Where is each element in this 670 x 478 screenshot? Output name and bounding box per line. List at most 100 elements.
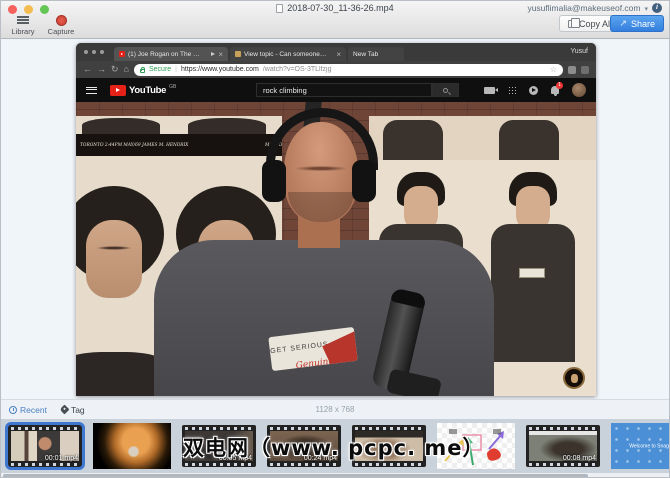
footer-bar: Recent Tag 1128 x 768: [1, 399, 669, 419]
youtube-header: YouTube GB rock climbing 1: [76, 78, 596, 102]
account-email: yusuflimalia@makeuseof.com: [527, 3, 641, 13]
share-label: Share: [630, 18, 655, 29]
recent-button[interactable]: Recent: [9, 405, 47, 415]
browser-profile-name: Yusuf: [570, 48, 588, 55]
url-host: https://www.youtube.com: [181, 66, 259, 73]
window-title-text: 2018-07-30_11-36-26.mp4: [287, 3, 394, 13]
recent-label: Recent: [20, 404, 47, 415]
minimize-window-button[interactable]: [24, 5, 33, 14]
chevron-down-icon: [644, 3, 648, 13]
thumbnail-duration: 00:24 mp4: [303, 455, 337, 462]
tab-audio-icon: [211, 52, 216, 56]
thumbnail-image: [355, 431, 423, 461]
tag-label: Tag: [70, 404, 85, 415]
thumbnail-video-selected[interactable]: 00:01 mp4: [8, 425, 82, 467]
library-icon: [17, 16, 29, 24]
tab-label: View topic - Can someone ex: [244, 50, 328, 58]
menu-icon: [86, 86, 97, 94]
browser-tab-youtube: (1) Joe Rogan on The Rock: [114, 47, 228, 61]
joe-brow-shadow: [296, 166, 346, 171]
extension-icon: [581, 65, 589, 74]
tag-button[interactable]: Tag: [59, 404, 85, 415]
window-header: 2018-07-30_11-36-26.mp4 yusuflimalia@mak…: [1, 1, 669, 39]
window-title: 2018-07-30_11-36-26.mp4: [121, 3, 549, 13]
headphone-earcup: [262, 160, 286, 202]
shirt-script-text: Genuine: [295, 356, 335, 372]
library-button[interactable]: Library: [5, 14, 41, 36]
video-scene: TORONTO 2:44PM MAY/69 JAMES M. HENDRIX M…: [76, 102, 596, 396]
thumbnail-image: [93, 423, 171, 469]
thumbnail-duration: 00:05 mp4: [218, 455, 252, 462]
apps-grid-icon: [508, 86, 516, 94]
jre-logo: [563, 367, 585, 389]
messages-icon: [529, 85, 538, 95]
youtube-favicon: [119, 51, 125, 57]
capture-label: Capture: [47, 27, 75, 36]
annotation-arrows: [444, 429, 504, 466]
welcome-text: Welcome to Snagit: [628, 443, 669, 449]
tag-icon: [59, 404, 70, 415]
browser-tab-new: New Tab: [348, 47, 404, 61]
upload-video-icon: [484, 86, 498, 94]
joe-rogan-figure: GET SERIOUS · GET Genuine: [76, 102, 596, 396]
tab-label: (1) Joe Rogan on The Rock: [128, 50, 203, 58]
thumbnail-video[interactable]: 00:24 mp4: [267, 425, 341, 467]
share-icon: [619, 18, 627, 29]
secure-label: Secure: [148, 66, 172, 73]
reload-icon: [111, 65, 119, 74]
thumbnail-video[interactable]: 00:08 mp4: [526, 425, 600, 467]
copy-icon: [567, 17, 580, 28]
bookmark-star-icon: [550, 65, 557, 74]
capture-app-window: 2018-07-30_11-36-26.mp4 yusuflimalia@mak…: [0, 0, 670, 478]
headphone-earcup: [352, 160, 376, 202]
scrollbar-thumb[interactable]: [3, 474, 588, 477]
copy-all-label: Copy All: [578, 18, 612, 29]
clock-icon: [9, 405, 17, 414]
forward-icon: [97, 65, 106, 74]
browser-tab-bar: (1) Joe Rogan on The Rock View topic - C…: [76, 43, 596, 61]
avatar: [572, 83, 586, 97]
thumbnail-image-annotation[interactable]: [437, 423, 515, 469]
thumbnail-duration: 00:01 mp4: [44, 455, 78, 462]
notifications-bell-icon: 1: [551, 82, 563, 96]
youtube-logo-text: YouTube: [129, 84, 167, 96]
tab-label: New Tab: [353, 50, 379, 58]
share-button[interactable]: Share: [610, 15, 664, 32]
youtube-search-button: [432, 83, 459, 97]
window-controls: [8, 5, 49, 14]
browser-address-bar: Secure | https://www.youtube.com /watch?…: [76, 61, 596, 78]
youtube-logo: YouTube GB: [110, 84, 176, 96]
youtube-header-icons: 1: [484, 78, 586, 102]
thumbnail-image-tiger[interactable]: [93, 423, 171, 469]
home-icon: [124, 65, 129, 74]
browser-tab-forum: View topic - Can someone ex: [230, 47, 346, 61]
tab-close-icon: [336, 50, 341, 59]
url-path: /watch?v=OS-3TLlfzjg: [262, 66, 332, 73]
shirt-text: GET SERIOUS · GET: [269, 337, 356, 356]
info-icon[interactable]: i: [652, 3, 662, 13]
thumbnail-image: [437, 423, 515, 469]
shirt-graphic: GET SERIOUS · GET Genuine: [268, 326, 358, 372]
document-icon: [276, 3, 284, 13]
video-preview[interactable]: (1) Joe Rogan on The Rock View topic - C…: [76, 43, 596, 396]
url-separator: |: [175, 66, 177, 73]
zoom-window-button[interactable]: [40, 5, 49, 14]
capture-button[interactable]: Capture: [43, 14, 79, 36]
video-dimensions: 1128 x 768: [315, 405, 355, 414]
close-window-button[interactable]: [8, 5, 17, 14]
thumbnail-video[interactable]: 00:05 mp4: [182, 425, 256, 467]
url-field: Secure | https://www.youtube.com /watch?…: [133, 63, 563, 76]
youtube-search-input: rock climbing: [256, 83, 432, 97]
search-query-text: rock climbing: [263, 85, 307, 95]
horizontal-scrollbar[interactable]: [1, 473, 669, 477]
account-menu[interactable]: yusuflimalia@makeuseof.com i: [527, 3, 662, 13]
thumbnail-video[interactable]: [352, 425, 426, 467]
search-icon: [443, 87, 448, 93]
record-icon: [55, 14, 67, 26]
lock-icon: [139, 66, 146, 73]
thumbnail-welcome[interactable]: Welcome to Snagit: [611, 423, 669, 469]
youtube-play-icon: [110, 84, 126, 96]
preview-area: (1) Joe Rogan on The Rock View topic - C…: [1, 40, 669, 399]
recent-captures-strip: 00:01 mp4 00:05 mp4 00:24 mp4 00:08 mp4 …: [1, 419, 669, 473]
tab-close-icon: [218, 50, 223, 59]
